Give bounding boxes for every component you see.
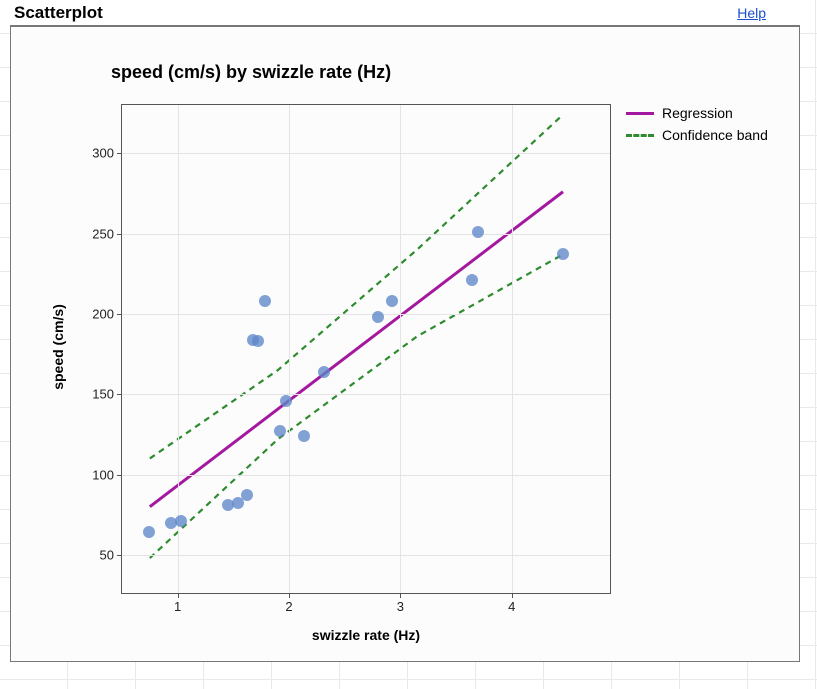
x-axis-label: swizzle rate (Hz) [312, 627, 420, 643]
data-point [557, 248, 569, 260]
help-link[interactable]: Help [707, 5, 796, 21]
data-point [241, 489, 253, 501]
y-tick: 50 [100, 547, 114, 562]
y-tick: 250 [92, 226, 114, 241]
legend-item-confidence: Confidence band [626, 124, 768, 146]
data-point [259, 295, 271, 307]
data-point [298, 430, 310, 442]
data-point [466, 274, 478, 286]
y-tick: 300 [92, 146, 114, 161]
chart-title: speed (cm/s) by swizzle rate (Hz) [111, 62, 391, 83]
data-point [274, 425, 286, 437]
data-point [280, 395, 292, 407]
legend-item-regression: Regression [626, 102, 768, 124]
panel-body: speed (cm/s) by swizzle rate (Hz) 123450… [10, 26, 800, 662]
legend-swatch-dashed [626, 134, 654, 137]
data-point [143, 526, 155, 538]
x-tick: 3 [397, 599, 404, 614]
y-axis-label: speed (cm/s) [50, 304, 66, 390]
data-point [175, 515, 187, 527]
legend-label: Regression [662, 105, 733, 121]
data-point [318, 366, 330, 378]
panel-title: Scatterplot [14, 3, 103, 23]
scatterplot-panel: Scatterplot Help speed (cm/s) by swizzle… [10, 0, 800, 662]
legend-label: Confidence band [662, 127, 768, 143]
y-tick: 100 [92, 467, 114, 482]
data-point [472, 226, 484, 238]
data-point [252, 335, 264, 347]
x-tick: 1 [174, 599, 181, 614]
regression-line [150, 192, 563, 507]
plot-area: 123450100150200250300 [121, 104, 611, 594]
chart-lines-layer [122, 105, 422, 255]
legend: Regression Confidence band [626, 102, 768, 146]
confidence-band-line [150, 115, 563, 459]
data-point [386, 295, 398, 307]
data-point [372, 311, 384, 323]
y-tick: 200 [92, 306, 114, 321]
x-tick: 4 [508, 599, 515, 614]
confidence-band-line [150, 254, 563, 558]
x-tick: 2 [285, 599, 292, 614]
panel-header: Scatterplot Help [10, 0, 800, 26]
legend-swatch-solid [626, 112, 654, 115]
y-tick: 150 [92, 387, 114, 402]
